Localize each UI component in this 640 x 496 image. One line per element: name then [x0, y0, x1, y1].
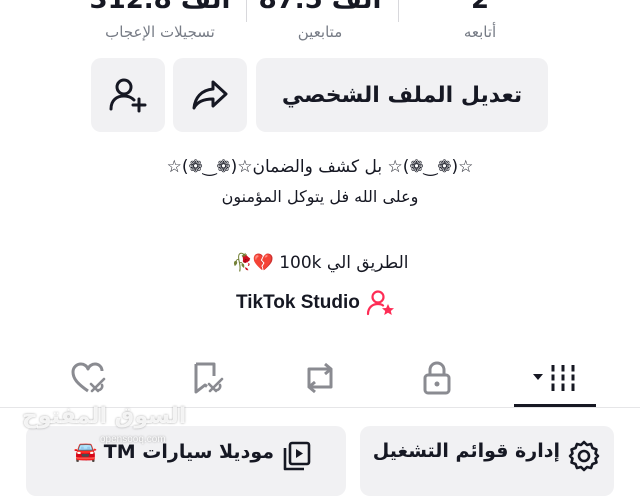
edit-profile-button[interactable]: تعديل الملف الشخصي: [256, 58, 548, 132]
add-user-icon: [109, 78, 147, 113]
tab-reposts[interactable]: [265, 350, 375, 406]
likes-count[interactable]: 312.8 ألف: [80, 0, 240, 14]
manage-playlists-label: إدارة قوائم التشغيل: [372, 440, 560, 462]
tab-favorites[interactable]: [152, 350, 262, 406]
share-profile-button[interactable]: [173, 58, 247, 132]
bookmark-icon: [194, 362, 224, 394]
repost-icon: [307, 362, 333, 394]
tab-private[interactable]: [382, 350, 492, 406]
person-star-icon: [366, 290, 394, 316]
stat-divider: [398, 0, 399, 22]
lock-icon: [423, 361, 451, 395]
playlist-icon: [283, 441, 311, 471]
following-count[interactable]: 2: [400, 0, 560, 14]
tiktok-studio-link[interactable]: TikTok Studio: [236, 289, 396, 317]
followers-label: متابعين: [297, 23, 343, 41]
tab-videos[interactable]: [500, 350, 610, 406]
gear-icon: [568, 440, 600, 472]
add-friend-button[interactable]: [91, 58, 165, 132]
bio-line-1: ☆(❁‿❁)☆ بل كشف والضمان☆(❁‿❁)☆: [166, 157, 474, 177]
bio-line-2: وعلى الله فل يتوكل المؤمنون: [221, 187, 419, 206]
tab-liked[interactable]: [34, 350, 144, 406]
share-arrow-icon: [192, 80, 228, 110]
edit-profile-label: تعديل الملف الشخصي: [281, 82, 523, 108]
bio-line-3: الطريق الي 100k 💔🥀: [231, 253, 409, 273]
following-label: أتابعه: [463, 23, 497, 41]
watermark-logo: السوق المفتوح: [22, 404, 187, 429]
likes-label: تسجيلات الإعجاب: [105, 23, 215, 41]
manage-playlists-button[interactable]: إدارة قوائم التشغيل: [360, 426, 614, 496]
grid-icon: [533, 365, 576, 391]
heart-icon: [71, 362, 106, 393]
playlist-car-models[interactable]: موديلا سيارات TM 🚘: [26, 426, 346, 496]
tiktok-studio-label: TikTok Studio: [236, 292, 360, 313]
followers-count[interactable]: 87.5 ألف: [240, 0, 400, 14]
watermark-url: opensooq.com: [100, 434, 166, 445]
